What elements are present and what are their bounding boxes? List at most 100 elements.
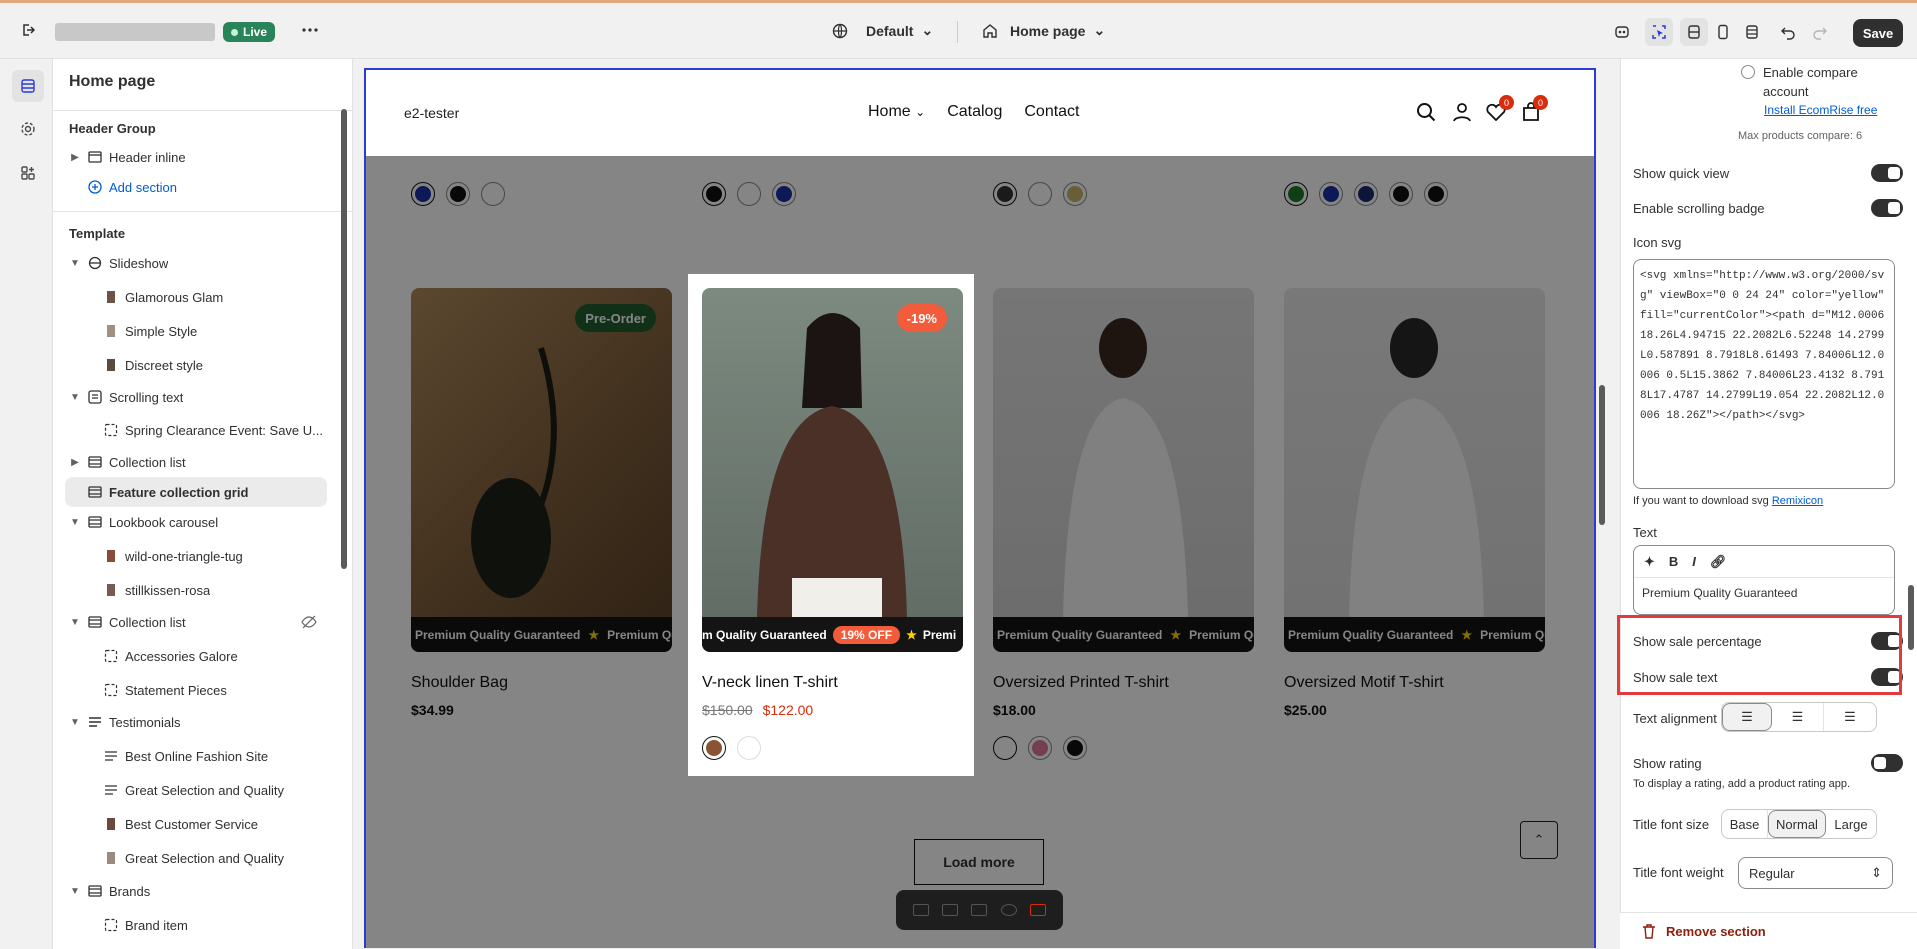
font-size-option[interactable]: Base: [1722, 810, 1768, 838]
chevron-down-icon[interactable]: ▼: [69, 886, 81, 897]
section-toolbar: [896, 890, 1063, 930]
font-size-option[interactable]: Large: [1826, 810, 1876, 838]
desktop-view-icon[interactable]: [1680, 18, 1708, 46]
tree-item-slideshow[interactable]: ▼ Slideshow: [53, 248, 343, 278]
tree-item-header-inline[interactable]: ▶ Header inline: [53, 142, 343, 172]
select-tool-icon[interactable]: [1645, 18, 1673, 46]
chevron-down-icon[interactable]: ▼: [69, 392, 81, 403]
wishlist-count: 0: [1499, 95, 1514, 110]
image-thumbnail-icon: [103, 817, 119, 831]
page-selector[interactable]: Home page ⌄: [982, 22, 1105, 39]
more-options-icon[interactable]: [296, 16, 324, 44]
tree-item-best-customer[interactable]: Best Customer Service: [53, 809, 343, 839]
chevron-right-icon[interactable]: ▶: [69, 457, 81, 468]
italic-icon[interactable]: I: [1692, 554, 1696, 569]
move-up-icon[interactable]: [912, 904, 929, 916]
remixicon-link[interactable]: Remixicon: [1772, 495, 1823, 507]
tree-item-statement-pieces[interactable]: Statement Pieces: [53, 675, 343, 705]
font-size-option[interactable]: Normal: [1768, 810, 1826, 838]
link-icon[interactable]: 🔗︎: [1710, 554, 1727, 570]
undo-icon[interactable]: [1774, 18, 1802, 46]
tree-item-brands[interactable]: ▼ Brands: [53, 876, 343, 906]
image-thumbnail-icon: [103, 851, 119, 865]
text-value[interactable]: Premium Quality Guaranteed: [1634, 578, 1894, 608]
compare-option[interactable]: Enable compare account: [1741, 63, 1893, 101]
search-icon[interactable]: [1416, 102, 1436, 125]
icon-svg-label: Icon svg: [1633, 235, 1682, 250]
settings-scrollbar[interactable]: [1908, 585, 1914, 650]
chevron-down-icon[interactable]: ▼: [69, 717, 81, 728]
apps-icon[interactable]: [12, 157, 44, 189]
save-button[interactable]: Save: [1853, 19, 1903, 47]
compare-radio[interactable]: [1741, 65, 1755, 79]
inspector-icon[interactable]: [1608, 18, 1636, 46]
eye-hidden-icon[interactable]: [301, 615, 317, 629]
redo-icon[interactable]: [1806, 18, 1834, 46]
hide-icon[interactable]: [1000, 904, 1017, 916]
tree-item-accessories-galore[interactable]: Accessories Galore: [53, 641, 343, 671]
add-section-button[interactable]: Add section: [53, 172, 343, 202]
tree-item-brand-item[interactable]: Brand item: [53, 910, 343, 940]
product-title[interactable]: V-neck linen T-shirt: [702, 674, 838, 692]
tree-item-collection-list-2[interactable]: ▼ Collection list: [53, 607, 343, 637]
theme-selector[interactable]: Default ⌄: [832, 22, 933, 39]
tree-item-stillkissen[interactable]: stillkissen-rosa: [53, 575, 343, 605]
theme-settings-icon[interactable]: [12, 113, 44, 145]
fullscreen-view-icon[interactable]: [1738, 18, 1766, 46]
rating-toggle[interactable]: [1871, 754, 1903, 772]
magic-icon[interactable]: ✦: [1644, 554, 1655, 570]
delete-icon[interactable]: [1030, 904, 1047, 916]
store-brand[interactable]: e2-tester: [404, 105, 459, 121]
tree-label: Glamorous Glam: [125, 289, 224, 305]
swatch[interactable]: [737, 736, 761, 760]
duplicate-icon[interactable]: [971, 904, 988, 916]
download-hint: If you want to download svg Remixicon: [1633, 495, 1824, 507]
tree-item-wild-one[interactable]: wild-one-triangle-tug: [53, 541, 343, 571]
font-size-segment: Base Normal Large: [1721, 809, 1877, 839]
tree-item-spring-clearance[interactable]: Spring Clearance Event: Save U...: [53, 415, 343, 445]
remove-section-button[interactable]: Remove section: [1620, 912, 1917, 949]
exit-icon[interactable]: [14, 16, 42, 44]
tree-item-collection-list[interactable]: ▶ Collection list: [53, 447, 343, 477]
align-right-icon[interactable]: ☰: [1824, 703, 1876, 731]
bold-icon[interactable]: B: [1669, 554, 1678, 569]
tree-item-great-selection-2[interactable]: Great Selection and Quality: [53, 843, 343, 873]
font-weight-select[interactable]: Regular ⇕: [1738, 857, 1893, 889]
preview-scrollbar[interactable]: [1599, 385, 1605, 525]
align-center-icon[interactable]: ☰: [1772, 703, 1824, 731]
chevron-down-icon[interactable]: ▼: [69, 258, 81, 269]
swatch[interactable]: [702, 736, 726, 760]
account-icon[interactable]: [1452, 102, 1472, 125]
chevron-down-icon[interactable]: ▼: [69, 617, 81, 628]
install-link[interactable]: Install EcomRise free: [1764, 103, 1877, 117]
mobile-view-icon[interactable]: [1709, 18, 1737, 46]
icon-svg-textarea[interactable]: <svg xmlns="http://www.w3.org/2000/svg" …: [1633, 259, 1895, 489]
chevron-down-icon[interactable]: ▼: [69, 517, 81, 528]
highlighted-product-card[interactable]: -19% m Quality Guaranteed 19% OFF ★ Prem…: [688, 274, 974, 776]
tree-item-simple-style[interactable]: Simple Style: [53, 316, 343, 346]
tree-label: Statement Pieces: [125, 682, 227, 698]
tree-item-lookbook-carousel[interactable]: ▼ Lookbook carousel: [53, 507, 343, 537]
move-down-icon[interactable]: [942, 904, 959, 916]
quick-view-toggle[interactable]: [1871, 164, 1903, 182]
nav-catalog[interactable]: Catalog: [947, 103, 1002, 121]
chevron-right-icon[interactable]: ▶: [69, 152, 81, 163]
align-left-icon[interactable]: ☰: [1722, 703, 1772, 731]
tree-item-discreet-style[interactable]: Discreet style: [53, 350, 343, 380]
sections-icon[interactable]: [12, 70, 44, 102]
tree-item-testimonials[interactable]: ▼ Testimonials: [53, 707, 343, 737]
product-image[interactable]: -19% m Quality Guaranteed 19% OFF ★ Prem…: [702, 288, 963, 652]
nav-home[interactable]: Home ⌄: [868, 103, 925, 121]
text-editor[interactable]: ✦ B I 🔗︎ Premium Quality Guaranteed: [1633, 545, 1895, 615]
sale-text-badge: 19% OFF: [832, 625, 901, 644]
tree-item-scrolling-text[interactable]: ▼ Scrolling text: [53, 382, 343, 412]
tree-label: wild-one-triangle-tug: [125, 548, 243, 564]
tree-item-feature-collection-grid[interactable]: Feature collection grid: [65, 477, 327, 507]
tree-item-glamorous-glam[interactable]: Glamorous Glam: [53, 282, 343, 312]
cart-count: 0: [1533, 95, 1548, 110]
tree-item-great-selection[interactable]: Great Selection and Quality: [53, 775, 343, 805]
tree-item-best-online[interactable]: Best Online Fashion Site: [53, 741, 343, 771]
left-scrollbar[interactable]: [341, 109, 347, 569]
nav-contact[interactable]: Contact: [1024, 103, 1079, 121]
scrolling-badge-toggle[interactable]: [1871, 199, 1903, 217]
